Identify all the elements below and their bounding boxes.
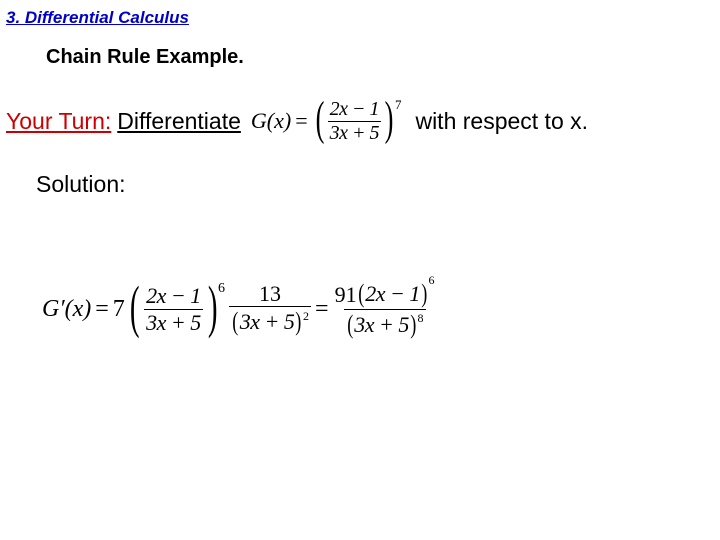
rparen: )	[385, 95, 394, 143]
frac2-den-power: 2	[303, 310, 309, 323]
frac2-den-inner: 3x + 5	[240, 310, 295, 333]
deriv-eq2: =	[315, 296, 329, 323]
solution-label: Solution:	[0, 145, 720, 198]
frac2-num: 13	[257, 282, 283, 306]
rhs-num-coeff: 91	[335, 282, 357, 307]
lparen1: (	[130, 278, 140, 336]
frac2-den: ( 3x + 5 ) 2	[229, 306, 311, 335]
given-fraction: 2x − 1 3x + 5	[328, 99, 381, 144]
frac1: 2x − 1 3x + 5	[144, 284, 203, 333]
rhs-den: ( 3x + 5 ) 8	[344, 309, 426, 338]
coeff-7: 7	[113, 296, 125, 323]
equals: =	[295, 108, 307, 134]
power: 7	[395, 97, 402, 113]
rhs-frac: 91(2x − 1)6 ( 3x + 5 ) 8	[333, 280, 437, 338]
solution-line: G′(x) = 7 ( 2x − 1 3x + 5 ) 6 13 ( 3x + …	[0, 198, 720, 338]
frac1-den: 3x + 5	[144, 309, 203, 334]
rparen1: )	[208, 278, 218, 336]
rhs-den-power: 8	[418, 312, 424, 325]
rhs-num-inner: 2x − 1	[365, 282, 420, 305]
deriv-lhs: G′(x)	[42, 296, 91, 323]
differentiate-label: Differentiate	[117, 108, 241, 135]
prompt-line: Your Turn: Differentiate G(x) = ( 2x − 1…	[0, 69, 720, 145]
rhs-num-power: 6	[429, 273, 435, 287]
numerator: 2x − 1	[328, 99, 381, 121]
denominator: 3x + 5	[328, 121, 381, 144]
section-heading: 3. Differential Calculus	[0, 0, 720, 28]
deriv-eq: =	[95, 296, 109, 323]
given-function: G(x) = ( 2x − 1 3x + 5 ) 7	[251, 97, 402, 145]
with-respect-label: with respect to x.	[415, 108, 588, 135]
example-title: Chain Rule Example.	[0, 28, 720, 69]
rhs-num: 91(2x − 1)6	[333, 280, 437, 308]
your-turn-label: Your Turn:	[6, 108, 111, 135]
lhs: G(x)	[251, 108, 291, 134]
power1: 6	[218, 281, 225, 297]
rhs-den-inner: 3x + 5	[354, 313, 409, 336]
derivative-expression: G′(x) = 7 ( 2x − 1 3x + 5 ) 6 13 ( 3x + …	[42, 280, 437, 338]
frac2: 13 ( 3x + 5 ) 2	[229, 282, 311, 335]
lparen: (	[315, 95, 324, 143]
frac1-num: 2x − 1	[144, 284, 203, 308]
